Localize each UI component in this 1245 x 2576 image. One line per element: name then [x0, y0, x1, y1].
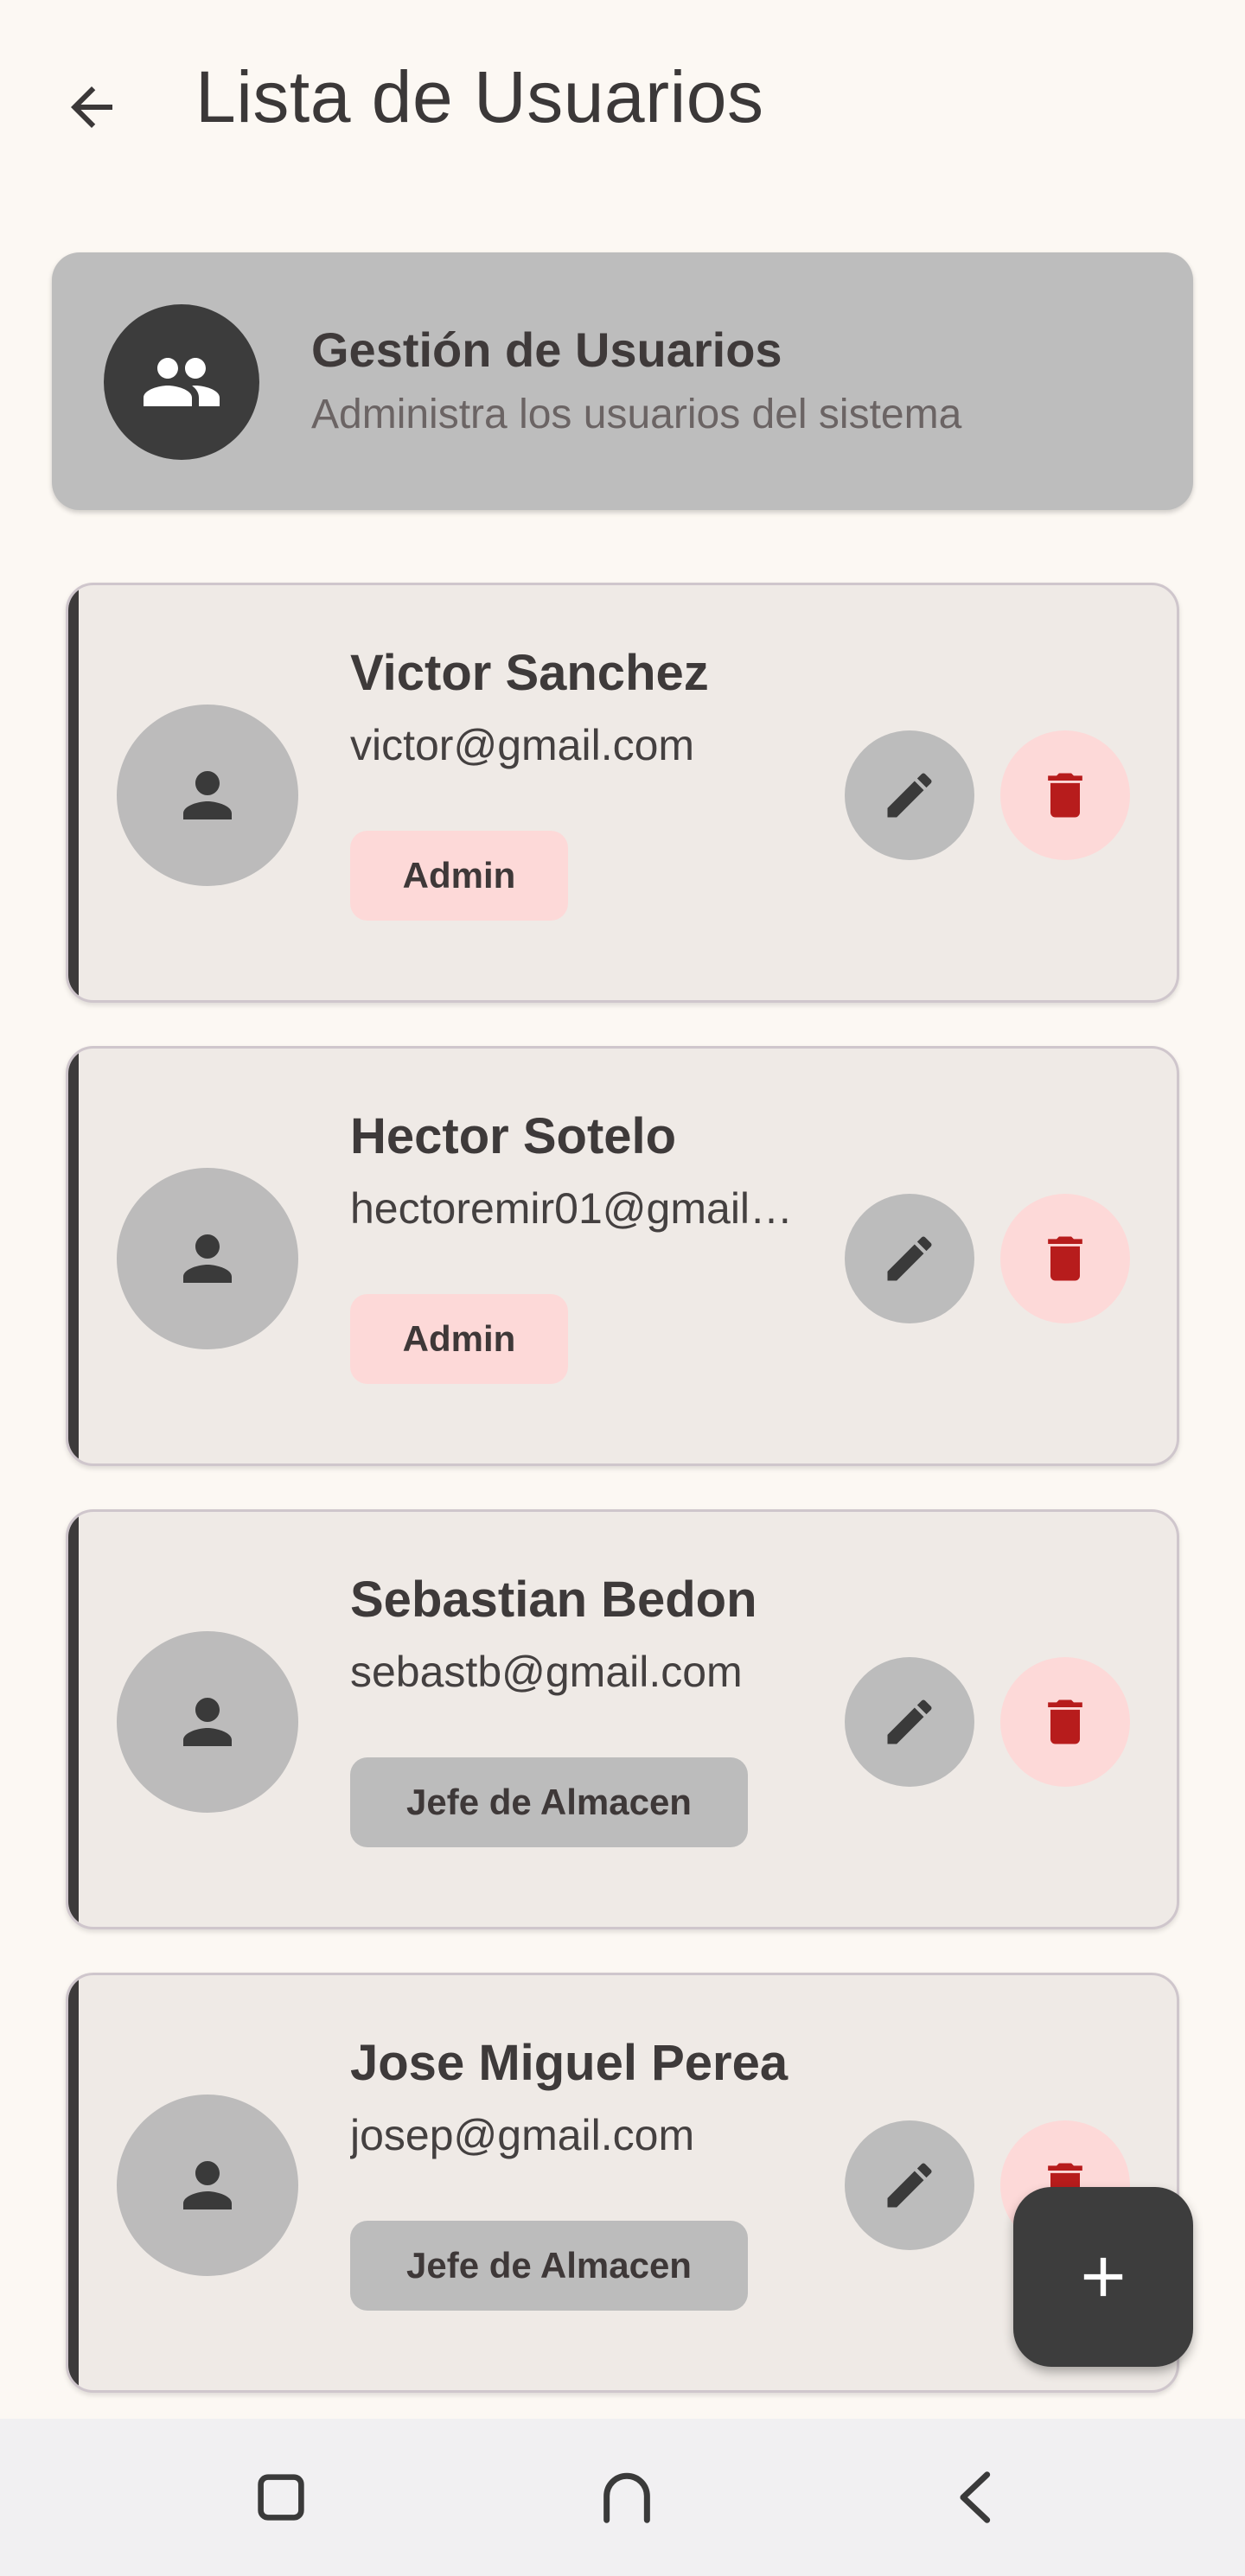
user-card[interactable]: Hector Sotelo hectoremir01@gmail.com Adm…: [66, 1046, 1179, 1466]
home-icon: [603, 2472, 650, 2523]
chevron-back-icon: [960, 2471, 991, 2523]
home-button[interactable]: [579, 2450, 674, 2545]
pencil-icon: [887, 1236, 932, 1281]
role-badge: Admin: [350, 1294, 568, 1384]
edit-user-button[interactable]: [845, 730, 974, 860]
edit-user-button[interactable]: [845, 2120, 974, 2250]
user-email: hectoremir01@gmail.com: [350, 1184, 800, 1233]
person-icon: [183, 2161, 232, 2209]
role-badge: Jefe de Almacen: [350, 2221, 748, 2311]
role-badge: Jefe de Almacen: [350, 1757, 748, 1847]
avatar: [117, 705, 298, 886]
user-name: Hector Sotelo: [350, 1108, 677, 1164]
user-card[interactable]: Victor Sanchez victor@gmail.com Admin: [66, 583, 1179, 1003]
user-email: victor@gmail.com: [350, 721, 695, 769]
person-icon: [183, 1234, 232, 1283]
trash-icon: [1048, 1236, 1082, 1281]
header-title: Gestión de Usuarios: [311, 322, 782, 377]
pencil-icon: [887, 1699, 932, 1744]
user-list-screen: Lista de Usuarios Gestión de Usuarios Ad…: [0, 0, 1245, 2576]
user-email: josep@gmail.com: [350, 2111, 695, 2159]
card-accent-bar: [68, 1512, 79, 1927]
square-recents-icon: [258, 2474, 304, 2521]
card-accent-bar: [68, 1049, 79, 1463]
group-icon: [144, 358, 220, 406]
top-app-bar: Lista de Usuarios: [0, 0, 1245, 199]
user-name: Victor Sanchez: [350, 645, 709, 701]
avatar: [117, 1631, 298, 1813]
add-icon: [1083, 2257, 1123, 2297]
system-back-button[interactable]: [929, 2450, 1025, 2545]
avatar: [117, 2095, 298, 2276]
user-management-header-card: Gestión de Usuarios Administra los usuar…: [52, 252, 1193, 510]
pencil-icon: [887, 2163, 932, 2208]
recents-button[interactable]: [233, 2450, 329, 2545]
delete-user-button[interactable]: [1000, 730, 1130, 860]
arrow-back-icon: [71, 86, 112, 128]
user-card[interactable]: Sebastian Bedon sebastb@gmail.com Jefe d…: [66, 1509, 1179, 1929]
delete-user-button[interactable]: [1000, 1657, 1130, 1787]
edit-user-button[interactable]: [845, 1657, 974, 1787]
header-subtitle: Administra los usuarios del sistema: [311, 392, 962, 437]
add-user-fab[interactable]: [1013, 2187, 1193, 2367]
person-icon: [183, 771, 232, 819]
user-card[interactable]: Jose Miguel Perea josep@gmail.com Jefe d…: [66, 1973, 1179, 2393]
trash-icon: [1048, 773, 1082, 818]
edit-user-button[interactable]: [845, 1194, 974, 1323]
back-button[interactable]: [47, 62, 137, 152]
page-title: Lista de Usuarios: [195, 56, 764, 137]
header-avatar: [104, 304, 259, 460]
user-email: sebastb@gmail.com: [350, 1648, 743, 1696]
delete-user-button[interactable]: [1000, 1194, 1130, 1323]
card-accent-bar: [68, 1975, 79, 2390]
trash-icon: [1048, 1699, 1082, 1744]
card-accent-bar: [68, 585, 79, 1000]
pencil-icon: [887, 773, 932, 818]
role-badge: Admin: [350, 831, 568, 921]
user-name: Jose Miguel Perea: [350, 2035, 788, 2091]
user-name: Sebastian Bedon: [350, 1572, 757, 1628]
person-icon: [183, 1698, 232, 1746]
avatar: [117, 1168, 298, 1349]
system-navigation-bar: [0, 2419, 1245, 2576]
